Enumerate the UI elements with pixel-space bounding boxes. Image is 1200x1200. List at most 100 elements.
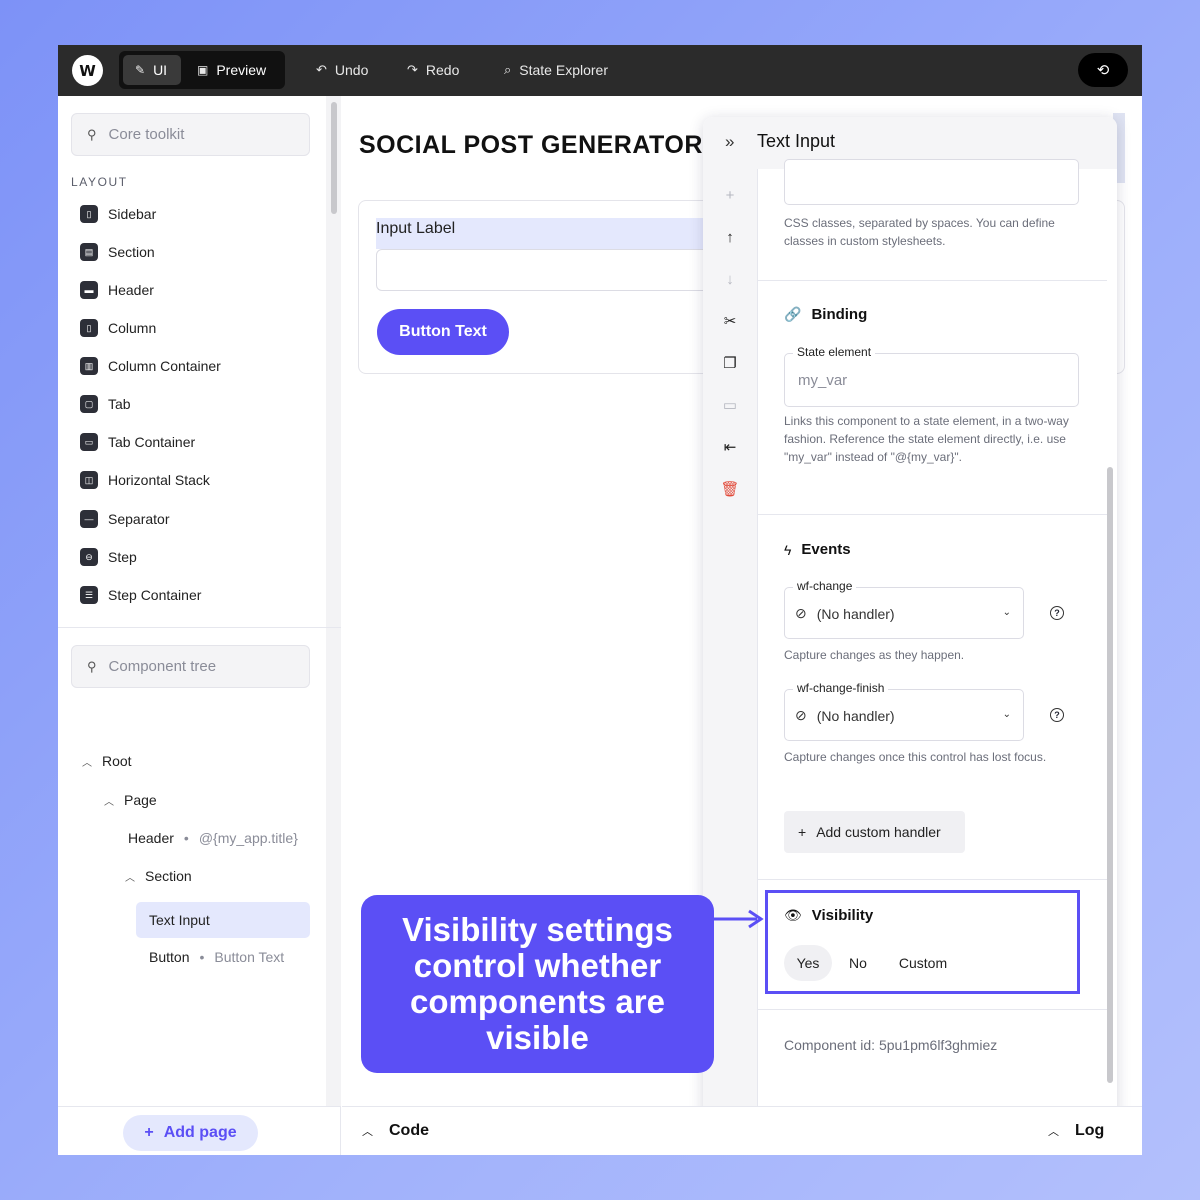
wf-change-finish-select[interactable]: wf-change-finish ⊘ (No handler) ⌄ (784, 681, 1024, 741)
state-explorer-button[interactable]: ⌕ State Explorer (504, 59, 608, 81)
top-bar: W ✎ UI ▣ Preview ↶ Undo ↷ Redo ⌕ State E… (58, 45, 1142, 96)
mode-ui-button[interactable]: ✎ UI (123, 55, 181, 85)
chevron-up-icon[interactable]: ︿ (104, 793, 114, 808)
no-handler-icon: ⊘ (795, 707, 807, 723)
toolkit-search-input[interactable]: ⚲ Core toolkit (71, 113, 310, 156)
plus-icon: + (144, 1124, 154, 1141)
panel-body: CSS classes, separated by spaces. You ca… (758, 159, 1107, 1129)
visibility-yes-option[interactable]: Yes (784, 945, 832, 981)
component-id: Component id: 5pu1pm6lf3ghmiez (784, 1037, 998, 1053)
eye-icon: 👁 (784, 907, 802, 923)
tree-item-text-input[interactable]: Text Input (149, 910, 210, 930)
toolkit-item-column[interactable]: ▯ Column (80, 317, 156, 339)
add-page-button[interactable]: + Add page (123, 1115, 258, 1151)
add-custom-handler-button[interactable]: + Add custom handler (784, 811, 965, 853)
sidebar-scroll-thumb[interactable] (331, 102, 337, 214)
go-to-parent-icon[interactable]: ⇤ (720, 437, 740, 457)
step-container-icon: ☰ (80, 586, 98, 604)
log-toggle[interactable]: ︿ Log (1048, 1122, 1104, 1140)
tree-item-label: Section (145, 868, 192, 884)
toolkit-item-tab-container[interactable]: ▭ Tab Container (80, 431, 195, 453)
cut-icon[interactable]: ✂ (720, 311, 740, 331)
toolkit-item-sidebar[interactable]: ▯ Sidebar (80, 203, 156, 225)
add-page-label: Add page (163, 1124, 237, 1141)
search-icon: ⚲ (87, 126, 97, 142)
mode-switcher: ✎ UI ▣ Preview (119, 51, 285, 89)
binding-help: Links this component to a state element,… (784, 414, 1069, 464)
wf-change-help: Capture changes as they happen. (784, 648, 965, 662)
code-toggle[interactable]: ︿ Code (362, 1122, 429, 1140)
help-icon[interactable]: ? (1050, 708, 1064, 722)
mode-preview-button[interactable]: ▣ Preview (185, 55, 278, 85)
panel-title: Text Input (757, 131, 836, 151)
wf-change-finish-value: (No handler) (816, 707, 895, 724)
toolkit-item-tab[interactable]: ▢ Tab (80, 393, 131, 415)
toolkit-item-separator[interactable]: — Separator (80, 508, 169, 530)
toolkit-item-step-container[interactable]: ☰ Step Container (80, 584, 201, 606)
select-value: ⊘ (No handler) (795, 707, 895, 724)
sidebar-divider (58, 627, 341, 628)
tree-item-label: Page (124, 792, 157, 808)
wf-change-select[interactable]: wf-change ⊘ (No handler) ⌄ (784, 579, 1024, 639)
undo-button[interactable]: ↶ Undo (316, 59, 368, 81)
toolkit-item-label: Horizontal Stack (108, 472, 210, 488)
help-icon[interactable]: ? (1050, 606, 1064, 620)
separator-icon: — (80, 510, 98, 528)
tree-item-meta-value: Button Text (214, 949, 285, 965)
toolkit-item-label: Header (108, 282, 154, 298)
chevron-up-icon[interactable]: ︿ (125, 869, 135, 884)
tree-item-meta-value: @{my_app.title} (198, 830, 298, 846)
toolkit-item-step[interactable]: ⊖ Step (80, 546, 137, 568)
toolkit-item-label: Separator (108, 511, 170, 527)
tree-item-meta: • (183, 830, 189, 846)
tab-container-icon: ▭ (80, 433, 98, 451)
section-component-icon: ▤ (80, 243, 98, 261)
visibility-no-option[interactable]: No (840, 945, 876, 981)
visibility-custom-option[interactable]: Custom (888, 945, 958, 981)
move-down-icon[interactable]: ↓ (720, 269, 740, 289)
component-tree-search-input[interactable]: ⚲ Component tree (71, 645, 310, 688)
tree-item-page[interactable]: ︿ Page (104, 790, 157, 810)
search-icon: ⚲ (87, 658, 97, 674)
bottom-bar: ︿ Code ︿ Log (342, 1106, 1142, 1155)
tree-item-label: Header (128, 830, 174, 846)
state-element-field[interactable]: State element my_var (784, 345, 1079, 407)
tree-item-button[interactable]: Button • Button Text (149, 947, 284, 967)
binding-heading: 🔗 Binding (784, 306, 867, 323)
redo-button[interactable]: ↷ Redo (407, 59, 459, 81)
toolkit-item-column-container[interactable]: ▥ Column Container (80, 355, 221, 377)
no-handler-icon: ⊘ (795, 605, 807, 621)
copy-icon[interactable]: ❐ (720, 353, 740, 373)
tree-item-root[interactable]: ︿ Root (82, 751, 132, 771)
step-icon: ⊖ (80, 548, 98, 566)
redo-label: Redo (425, 62, 460, 78)
move-up-icon[interactable]: ↑ (720, 227, 740, 247)
chevron-up-icon[interactable]: ︿ (82, 754, 92, 769)
mode-preview-label: Preview (216, 62, 267, 78)
sync-button[interactable]: ⟲ (1078, 53, 1128, 87)
chevron-down-icon: ⌄ (1002, 709, 1011, 720)
toolkit-item-header[interactable]: ▬ Header (80, 279, 154, 301)
panel-scrollbar[interactable] (1107, 467, 1113, 1083)
tree-item-header[interactable]: Header • @{my_app.title} (128, 828, 298, 848)
canvas-button[interactable]: Button Text (377, 309, 509, 355)
lightning-icon: ϟ (784, 541, 792, 558)
tree-item-label: Button (149, 949, 190, 965)
state-explorer-label: State Explorer (519, 62, 608, 78)
wf-change-finish-label: wf-change-finish (793, 681, 889, 695)
sidebar-scrollbar[interactable] (326, 96, 341, 1106)
canvas-text-input[interactable] (376, 249, 716, 291)
collapse-panel-icon[interactable]: » (725, 132, 734, 152)
column-component-icon: ▯ (80, 319, 98, 337)
css-classes-field[interactable] (784, 159, 1079, 205)
tree-item-section[interactable]: ︿ Section (125, 866, 192, 886)
tab-component-icon: ▢ (80, 395, 98, 413)
tree-item-label: Root (102, 753, 132, 769)
add-icon[interactable]: + (720, 185, 740, 205)
toolkit-item-horizontal-stack[interactable]: ◫ Horizontal Stack (80, 469, 210, 491)
toolkit-item-section[interactable]: ▤ Section (80, 241, 155, 263)
chevron-up-icon: ︿ (362, 1126, 373, 1138)
delete-icon[interactable]: 🗑 (720, 479, 740, 499)
events-heading: ϟ Events (784, 541, 851, 558)
paste-icon[interactable]: ▭ (720, 395, 740, 415)
